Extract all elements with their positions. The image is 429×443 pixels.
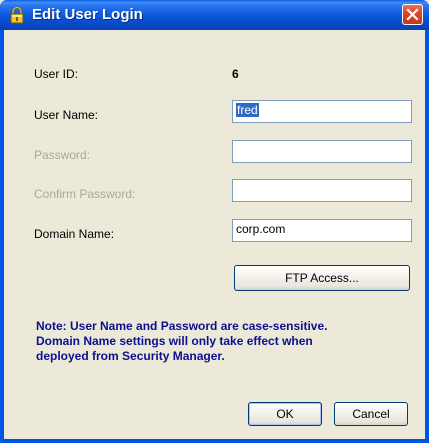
close-button[interactable] bbox=[402, 4, 423, 25]
ok-button[interactable]: OK bbox=[248, 402, 322, 426]
domain-name-label: Domain Name: bbox=[34, 227, 115, 241]
note-line: deployed from Security Manager. bbox=[36, 349, 225, 363]
ftp-access-button[interactable]: FTP Access... bbox=[234, 265, 410, 291]
title-bar[interactable]: Edit User Login bbox=[0, 0, 429, 30]
domain-name-value: corp.com bbox=[236, 222, 286, 236]
password-field[interactable] bbox=[232, 140, 412, 163]
user-id-value: 6 bbox=[232, 67, 239, 81]
domain-name-field[interactable]: corp.com bbox=[232, 219, 412, 242]
user-name-field[interactable]: fred bbox=[232, 100, 412, 123]
lock-icon bbox=[8, 6, 26, 24]
cancel-button[interactable]: Cancel bbox=[334, 402, 408, 426]
note-line: Domain Name settings will only take effe… bbox=[36, 334, 313, 348]
edit-user-login-dialog: Edit User Login User ID: 6 User Name: fr… bbox=[0, 0, 429, 443]
ok-label: OK bbox=[276, 407, 294, 421]
dialog-body: User ID: 6 User Name: fred Password: Con… bbox=[4, 30, 425, 439]
ftp-access-label: FTP Access... bbox=[285, 271, 359, 285]
user-name-value: fred bbox=[236, 103, 259, 117]
confirm-password-field[interactable] bbox=[232, 179, 412, 202]
note-line: Note: User Name and Password are case-se… bbox=[36, 319, 328, 333]
user-id-label: User ID: bbox=[34, 67, 79, 81]
user-name-label: User Name: bbox=[34, 108, 99, 122]
password-label: Password: bbox=[34, 148, 91, 162]
close-icon bbox=[406, 8, 419, 21]
confirm-password-label: Confirm Password: bbox=[34, 187, 136, 201]
window-title: Edit User Login bbox=[32, 6, 143, 23]
case-sensitivity-note: Note: User Name and Password are case-se… bbox=[36, 319, 406, 364]
cancel-label: Cancel bbox=[352, 407, 390, 421]
